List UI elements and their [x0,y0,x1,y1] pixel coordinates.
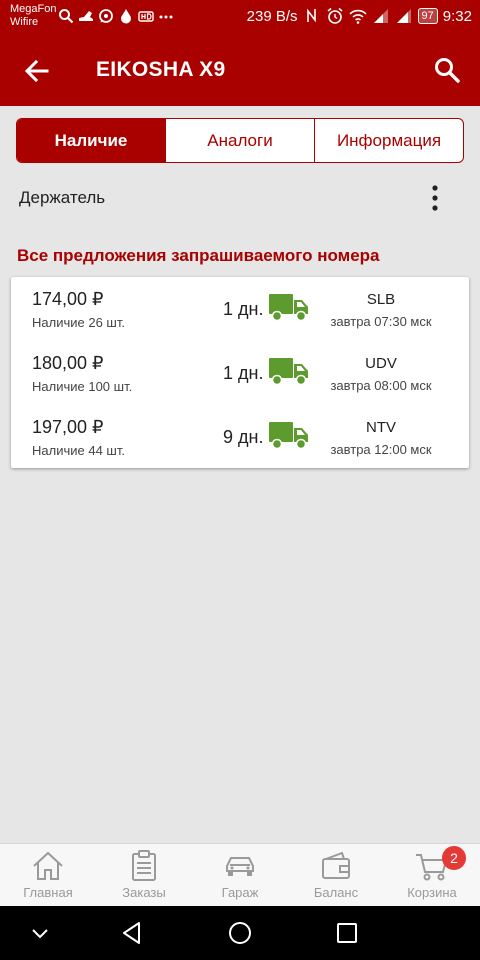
nav-label-garage: Гараж [221,885,259,900]
offer-stock: Наличие 44 шт. [32,443,125,458]
offer-supplier: UDV [365,355,397,372]
offers-list: 174,00 ₽ Наличие 26 шт. 1 дн. SLB завтра… [11,277,469,468]
battery-indicator: 97 [417,8,438,24]
search-button[interactable] [432,55,462,85]
triangle-back-icon [123,922,140,944]
back-button[interactable] [22,56,52,86]
page-title: EIKOSHA X9 [96,58,226,81]
truck-icon [269,294,308,322]
status-bar: MegaFon Wifire 239 B/s 97 9:32 [0,0,480,34]
alarm-icon [326,7,344,25]
hide-nav-button[interactable] [26,919,54,947]
offer-stock: Наличие 26 шт. [32,315,125,330]
truck-icon [269,358,308,386]
tab-analogs[interactable]: Аналоги [165,119,314,162]
offer-price: 180,00 ₽ [32,353,104,373]
part-name: Держатель [19,188,106,207]
whatsapp-icon [98,8,114,24]
more-vertical-icon [432,185,438,211]
shoe-icon [78,8,94,24]
carrier-line1: MegaFon [10,3,57,15]
offer-days: 1 дн. [223,363,264,383]
carrier-line2: Wifire [10,16,39,28]
nav-item-orders[interactable]: Заказы [96,844,192,906]
offer-delivery-time: завтра 12:00 мск [330,442,432,457]
offer-price: 174,00 ₽ [32,289,104,309]
notification-icons [58,8,174,24]
square-recents-icon [337,923,357,943]
nav-item-garage[interactable]: Гараж [192,844,288,906]
offer-supplier: SLB [366,291,396,308]
offer-row[interactable]: 197,00 ₽ Наличие 44 шт. 9 дн. NTV завтра… [11,405,469,469]
wallet-icon [322,851,350,879]
network-speed: 239 B/s [246,7,298,25]
circle-home-icon [229,922,251,944]
offer-days: 1 дн. [223,299,264,319]
tab-availability[interactable]: Наличие [17,119,165,162]
wifi-icon [348,7,367,25]
system-recents-button[interactable] [333,919,361,947]
nav-item-home[interactable]: Главная [0,844,96,906]
bottom-navigation: Главная Заказы Гараж Баланс Корзина 2 [0,843,480,906]
status-right: 239 B/s 97 9:32 [247,7,472,25]
offer-price: 197,00 ₽ [32,417,104,437]
truck-icon [269,422,308,450]
arrow-left-icon [24,59,49,83]
cart-count-badge: 2 [442,846,466,870]
clipboard-icon [132,850,156,881]
offers-section-title: Все предложения запрашиваемого номера [17,246,380,265]
app-bar: EIKOSHA X9 [0,34,480,106]
more-options-button[interactable] [426,183,444,213]
clock: 9:32 [442,7,472,25]
carrier-name: MegaFon Wifire [10,3,56,29]
tab-information[interactable]: Информация [314,119,463,162]
nav-label-cart: Корзина [407,885,457,900]
nav-item-cart[interactable]: Корзина 2 [384,844,480,906]
offer-row[interactable]: 180,00 ₽ Наличие 100 шт. 1 дн. UDV завтр… [11,341,469,405]
offer-delivery-time: завтра 08:00 мск [330,378,432,393]
dots-icon [158,8,174,24]
offer-row[interactable]: 174,00 ₽ Наличие 26 шт. 1 дн. SLB завтра… [11,277,469,341]
system-back-button[interactable] [118,919,146,947]
segmented-tabs: Наличие Аналоги Информация [16,118,464,163]
search-icon [435,58,460,83]
nav-label-balance: Баланс [313,885,359,900]
offer-delivery-time: завтра 07:30 мск [330,314,432,329]
hd-icon [138,8,154,24]
search-notif-icon [58,8,74,24]
system-navigation-bar [0,906,480,960]
offer-days: 9 дн. [223,427,264,447]
car-icon [226,857,254,876]
system-home-button[interactable] [226,919,254,947]
offer-stock: Наличие 100 шт. [32,379,133,394]
nav-label-orders: Заказы [122,885,166,900]
nav-item-balance[interactable]: Баланс [288,844,384,906]
nfc-icon [303,7,321,25]
chevron-down-icon [32,929,48,939]
signal-icon-2 [395,7,413,25]
home-icon [33,851,63,880]
signal-icon-1 [372,7,390,25]
drop-icon [118,8,134,24]
offer-supplier: NTV [366,419,396,436]
nav-label-home: Главная [23,885,73,900]
